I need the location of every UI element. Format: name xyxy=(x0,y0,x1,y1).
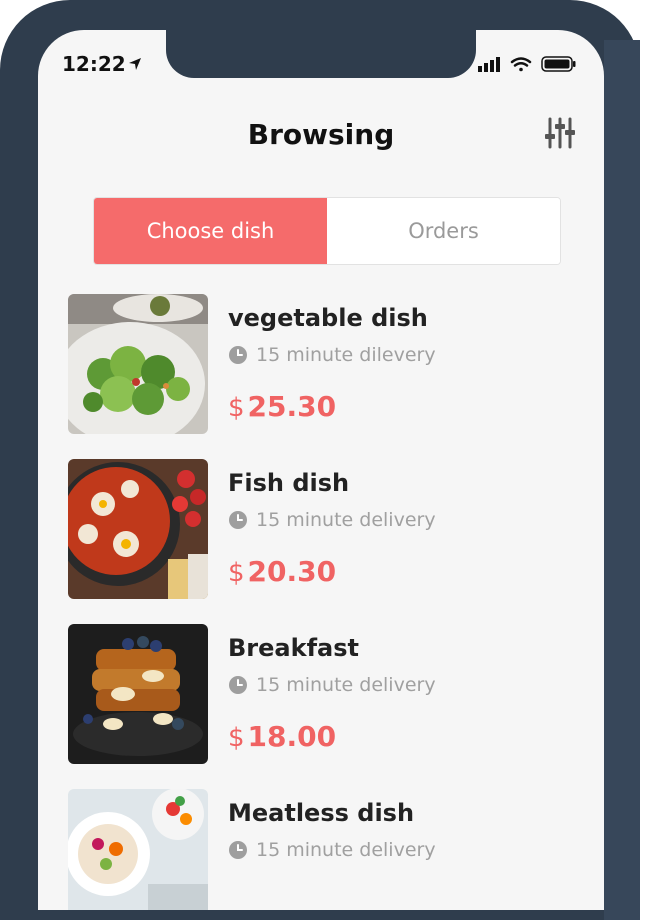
delivery-text: 15 minute delivery xyxy=(256,509,436,531)
clock-icon xyxy=(229,676,247,694)
wifi-icon xyxy=(510,57,532,72)
dish-price: $20.30 xyxy=(228,555,336,588)
signal-icon xyxy=(478,57,500,72)
list-item[interactable]: Breakfast 15 minute delivery $18.00 xyxy=(68,624,588,764)
dish-price: $18.00 xyxy=(228,720,336,753)
page-title: Browsing xyxy=(247,118,395,151)
dish-name: vegetable dish xyxy=(228,304,428,332)
list-item[interactable]: vegetable dish 15 minute dilevery $25.30 xyxy=(68,294,588,434)
battery-icon xyxy=(541,56,576,72)
price-value: 25.30 xyxy=(247,390,337,423)
tab-orders[interactable]: Orders xyxy=(327,198,560,264)
delivery-text: 15 minute delivery xyxy=(256,839,436,861)
dish-image-fish xyxy=(68,459,208,599)
delivery-info: 15 minute delivery xyxy=(228,674,436,696)
tab-choose-dish[interactable]: Choose dish xyxy=(94,198,327,264)
dish-price: $25.30 xyxy=(228,390,336,423)
dish-image-breakfast xyxy=(68,624,208,764)
tab-switcher: Choose dish Orders xyxy=(93,197,561,265)
clock-icon xyxy=(229,511,247,529)
dish-image-meatless xyxy=(68,789,208,910)
delivery-text: 15 minute delivery xyxy=(256,674,436,696)
filter-sliders-icon[interactable] xyxy=(543,116,577,150)
clock-icon xyxy=(229,841,247,859)
list-item[interactable]: Fish dish 15 minute delivery $20.30 xyxy=(68,459,588,599)
app-screen: 12:22 Browsing Choose dish Orders vegeta… xyxy=(38,30,604,910)
price-value: 18.00 xyxy=(247,720,337,753)
currency-symbol: $ xyxy=(228,558,245,588)
dish-name: Meatless dish xyxy=(228,799,415,827)
location-arrow-icon xyxy=(129,58,141,70)
dish-name: Fish dish xyxy=(228,469,350,497)
delivery-text: 15 minute dilevery xyxy=(256,344,436,366)
dish-name: Breakfast xyxy=(228,634,359,662)
currency-symbol: $ xyxy=(228,723,245,753)
price-value: 20.30 xyxy=(247,555,337,588)
clock-icon xyxy=(229,346,247,364)
delivery-info: 15 minute dilevery xyxy=(228,344,436,366)
status-time: 12:22 xyxy=(62,52,126,76)
dish-image-vegetable xyxy=(68,294,208,434)
phone-side xyxy=(604,40,640,920)
delivery-info: 15 minute delivery xyxy=(228,839,436,861)
status-icons xyxy=(478,56,576,72)
delivery-info: 15 minute delivery xyxy=(228,509,436,531)
list-item[interactable]: Meatless dish 15 minute delivery xyxy=(68,789,588,910)
currency-symbol: $ xyxy=(228,393,245,423)
phone-notch xyxy=(166,30,476,78)
